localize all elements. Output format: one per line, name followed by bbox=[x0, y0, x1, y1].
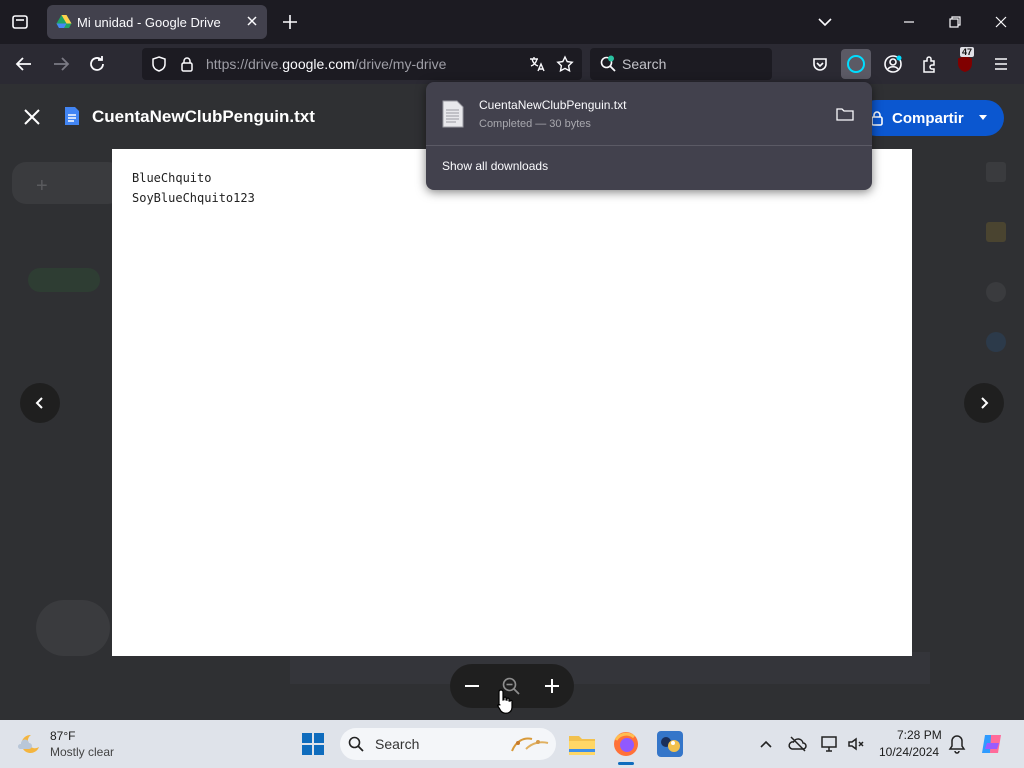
open-folder-icon[interactable] bbox=[836, 106, 854, 122]
zoom-out-button[interactable] bbox=[462, 676, 482, 696]
menu-icon[interactable] bbox=[987, 50, 1015, 78]
ublock-icon[interactable]: 47 bbox=[951, 47, 979, 78]
display-network-icon[interactable] bbox=[820, 734, 840, 754]
tab-google-drive[interactable]: Mi unidad - Google Drive bbox=[47, 5, 267, 39]
lock-icon[interactable] bbox=[178, 55, 196, 73]
pocket-icon[interactable] bbox=[806, 50, 834, 78]
windows-start-icon[interactable] bbox=[302, 733, 324, 755]
hand-cursor-icon bbox=[496, 688, 514, 714]
storage-button-ghost bbox=[36, 600, 110, 656]
reload-icon[interactable] bbox=[87, 54, 107, 74]
volume-muted-icon[interactable] bbox=[846, 734, 866, 754]
tab-list-icon[interactable] bbox=[10, 12, 30, 32]
game-app-icon[interactable] bbox=[656, 730, 684, 758]
extensions-icon[interactable] bbox=[915, 50, 943, 78]
next-file-button[interactable] bbox=[964, 383, 1004, 423]
url-text[interactable]: https://drive.google.com/drive/my-drive bbox=[206, 56, 446, 72]
downloads-button[interactable] bbox=[841, 49, 871, 79]
temperature[interactable]: 87°F bbox=[50, 729, 75, 743]
shield-icon[interactable] bbox=[150, 55, 168, 73]
sidebar-active-ghost bbox=[28, 268, 100, 292]
restore-icon[interactable] bbox=[947, 14, 963, 30]
chevron-right-icon bbox=[976, 395, 992, 411]
download-file-name[interactable]: CuentaNewClubPenguin.txt bbox=[479, 98, 626, 112]
firefox-active-indicator bbox=[618, 762, 634, 765]
document-line-2: SoyBlueChquito123 bbox=[132, 191, 255, 205]
new-tab-icon[interactable] bbox=[281, 13, 299, 31]
minimize-icon[interactable] bbox=[901, 14, 917, 30]
file-row-ghost bbox=[290, 652, 930, 684]
downloads-separator bbox=[426, 145, 872, 146]
weather-condition[interactable]: Mostly clear bbox=[50, 745, 114, 759]
search-bar[interactable]: Search bbox=[590, 48, 772, 80]
google-drive-icon bbox=[56, 14, 72, 30]
download-status: Completed — 30 bytes bbox=[479, 118, 591, 130]
show-hidden-icons[interactable] bbox=[758, 736, 774, 752]
close-viewer-icon[interactable] bbox=[22, 107, 42, 127]
text-document: BlueChquito SoyBlueChquito123 bbox=[112, 149, 912, 656]
translate-icon[interactable] bbox=[528, 55, 546, 73]
show-all-downloads-button[interactable]: Show all downloads bbox=[442, 159, 548, 173]
viewer-file-title: CuentaNewClubPenguin.txt bbox=[92, 107, 315, 126]
firefox-icon[interactable] bbox=[612, 730, 640, 758]
text-file-download-icon bbox=[442, 100, 464, 128]
close-tab-icon[interactable] bbox=[245, 14, 259, 28]
clock-time[interactable]: 7:28 PM bbox=[897, 728, 942, 742]
bookmark-star-icon[interactable] bbox=[556, 55, 574, 73]
previous-file-button[interactable] bbox=[20, 383, 60, 423]
share-button[interactable]: Compartir bbox=[858, 100, 1004, 136]
taskbar-search-icon bbox=[348, 736, 364, 752]
weather-moon-icon[interactable] bbox=[16, 731, 42, 757]
share-dropdown-icon[interactable] bbox=[978, 114, 988, 122]
tab-title: Mi unidad - Google Drive bbox=[77, 15, 221, 30]
list-all-tabs-icon[interactable] bbox=[817, 14, 833, 30]
plus-ghost-icon: + bbox=[36, 175, 48, 197]
url-bar[interactable]: https://drive.google.com/drive/my-drive bbox=[142, 48, 582, 80]
forward-icon[interactable] bbox=[51, 54, 71, 74]
search-placeholder: Search bbox=[622, 56, 667, 72]
search-highlight-icon bbox=[506, 733, 550, 755]
search-engine-icon bbox=[599, 55, 617, 73]
taskbar-search-box[interactable]: Search bbox=[340, 728, 556, 760]
file-explorer-icon[interactable] bbox=[568, 731, 596, 757]
taskbar-search-label: Search bbox=[375, 736, 420, 752]
copilot-icon[interactable] bbox=[979, 731, 1005, 757]
document-line-1: BlueChquito bbox=[132, 171, 212, 185]
text-file-icon bbox=[64, 106, 80, 126]
clock-date[interactable]: 10/24/2024 bbox=[879, 745, 939, 759]
zoom-in-button[interactable] bbox=[542, 676, 562, 696]
ublock-badge: 47 bbox=[960, 47, 975, 57]
windows-taskbar: 87°F Mostly clear Search 7:28 PM 10/24/2… bbox=[0, 720, 1024, 768]
chevron-left-icon bbox=[32, 395, 48, 411]
account-icon[interactable] bbox=[879, 50, 907, 78]
tab-bar: Mi unidad - Google Drive bbox=[0, 0, 1024, 44]
back-icon[interactable] bbox=[14, 54, 34, 74]
close-window-icon[interactable] bbox=[993, 14, 1009, 30]
onedrive-offline-icon[interactable] bbox=[788, 734, 808, 754]
downloads-panel: CuentaNewClubPenguin.txt Completed — 30 … bbox=[426, 82, 872, 190]
new-button-ghost bbox=[12, 162, 122, 204]
navigation-toolbar: https://drive.google.com/drive/my-drive … bbox=[0, 44, 1024, 84]
downloads-progress-icon bbox=[846, 54, 866, 74]
share-label: Compartir bbox=[892, 110, 964, 127]
notifications-bell-icon[interactable] bbox=[948, 734, 966, 754]
